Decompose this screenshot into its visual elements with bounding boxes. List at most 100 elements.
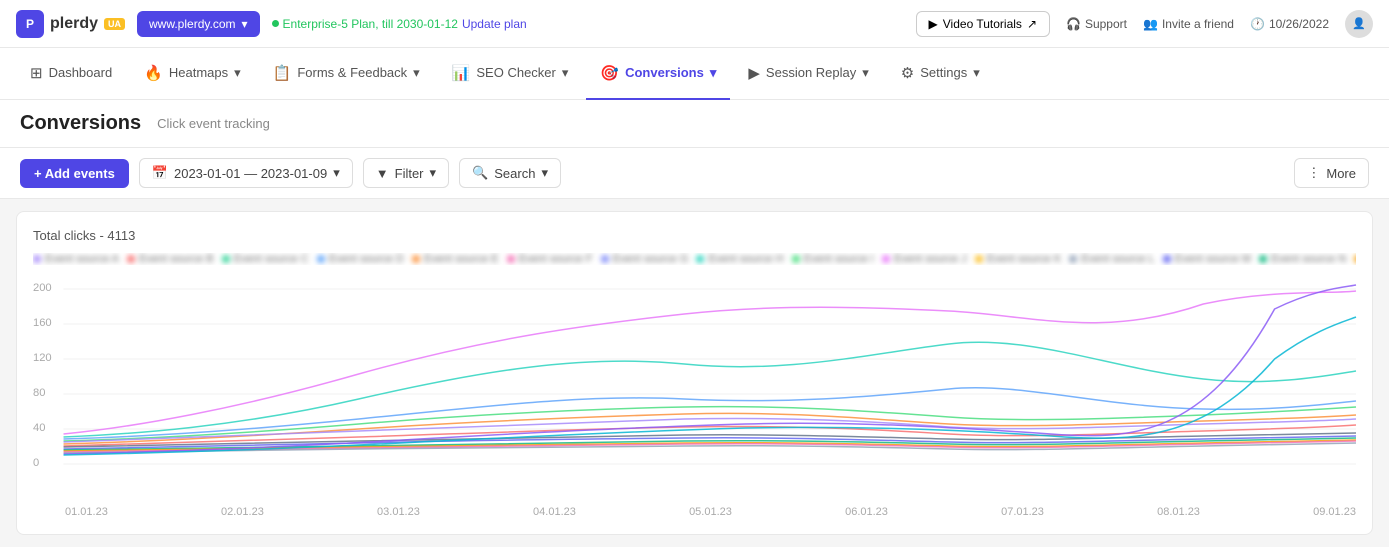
video-tutorials-button[interactable]: ▶ Video Tutorials ↗ <box>916 11 1050 37</box>
invite-friend-link[interactable]: 👥 Invite a friend <box>1143 17 1234 31</box>
dashboard-icon: ⊞ <box>30 64 43 82</box>
legend-item: Event source N <box>1259 253 1346 265</box>
svg-text:200: 200 <box>33 282 52 294</box>
sidebar-item-seo-checker[interactable]: 📊 SEO Checker ▾ <box>438 48 583 100</box>
legend-item: Event source O <box>1354 253 1356 265</box>
date-chevron-icon: ▾ <box>333 165 340 181</box>
plan-dot-icon <box>272 20 279 27</box>
xaxis-label: 01.01.23 <box>65 506 108 518</box>
session-chevron-icon: ▾ <box>862 65 869 81</box>
more-label: More <box>1326 166 1356 181</box>
nav-label-forms: Forms & Feedback <box>297 65 407 80</box>
search-chevron-icon: ▾ <box>541 165 548 181</box>
avatar[interactable]: 👤 <box>1345 10 1373 38</box>
navbar: ⊞ Dashboard 🔥 Heatmaps ▾ 📋 Forms & Feedb… <box>0 48 1389 100</box>
topbar-right: ▶ Video Tutorials ↗ 🎧 Support 👥 Invite a… <box>916 10 1373 38</box>
xaxis-label: 09.01.23 <box>1313 506 1356 518</box>
legend-item: Event source H <box>696 253 783 265</box>
forms-icon: 📋 <box>273 64 292 82</box>
legend-item: Event source L <box>1069 253 1154 265</box>
legend-item: Event source G <box>601 253 689 265</box>
settings-chevron-icon: ▾ <box>973 65 980 81</box>
svg-text:160: 160 <box>33 317 52 329</box>
date-range-picker[interactable]: 📅 2023-01-01 — 2023-01-09 ▾ <box>139 158 353 188</box>
session-replay-icon: ▶ <box>748 64 760 82</box>
more-button[interactable]: ⋮ More <box>1294 158 1369 188</box>
legend-item: Event source D <box>317 253 404 265</box>
invite-icon: 👥 <box>1143 17 1158 31</box>
conversions-chevron-icon: ▾ <box>710 65 717 81</box>
search-label: Search <box>494 166 535 181</box>
conversions-icon: 🎯 <box>600 64 619 82</box>
legend-item: Event source I <box>792 253 874 265</box>
support-link[interactable]: 🎧 Support <box>1066 17 1127 31</box>
svg-text:0: 0 <box>33 457 39 469</box>
add-events-button[interactable]: + Add events <box>20 159 129 188</box>
sidebar-item-heatmaps[interactable]: 🔥 Heatmaps ▾ <box>130 48 254 100</box>
logo-icon: P <box>16 10 44 38</box>
date-range-value: 2023-01-01 — 2023-01-09 <box>174 166 327 181</box>
sidebar-item-session-replay[interactable]: ▶ Session Replay ▾ <box>734 48 882 100</box>
legend-item: Event source A <box>33 253 119 265</box>
logo: P plerdy UA <box>16 10 125 38</box>
nav-label-conversions: Conversions <box>625 65 704 80</box>
xaxis-label: 02.01.23 <box>221 506 264 518</box>
page-header: Conversions Click event tracking <box>0 100 1389 148</box>
topbar-date: 🕐 10/26/2022 <box>1250 17 1329 31</box>
page-subtitle: Click event tracking <box>157 116 270 131</box>
legend-item: Event source F <box>507 253 593 265</box>
xaxis-label: 04.01.23 <box>533 506 576 518</box>
topbar-left: P plerdy UA www.plerdy.com ▾ Enterprise-… <box>16 10 527 38</box>
toolbar: + Add events 📅 2023-01-01 — 2023-01-09 ▾… <box>0 148 1389 199</box>
xaxis-label: 07.01.23 <box>1001 506 1044 518</box>
seo-icon: 📊 <box>452 64 471 82</box>
filter-label: Filter <box>395 166 424 181</box>
support-icon: 🎧 <box>1066 17 1081 31</box>
sidebar-item-dashboard[interactable]: ⊞ Dashboard <box>16 48 126 100</box>
filter-button[interactable]: ▼ Filter ▾ <box>363 158 449 188</box>
chart-area: Total clicks - 4113 Event source AEvent … <box>16 211 1373 535</box>
legend-item: Event source J <box>882 253 967 265</box>
chart-legend: Event source A Event source B Event source… <box>33 253 1356 265</box>
nav-label-dashboard: Dashboard <box>49 65 113 80</box>
chart-container: 200 160 120 80 40 0 <box>33 279 1356 518</box>
sidebar-item-forms-feedback[interactable]: 📋 Forms & Feedback ▾ <box>259 48 434 100</box>
clock-icon: 🕐 <box>1250 17 1265 31</box>
plan-info: Enterprise-5 Plan, till 2030-01-12 Updat… <box>272 17 527 31</box>
site-chevron-icon: ▾ <box>241 17 247 31</box>
search-button[interactable]: 🔍 Search ▾ <box>459 158 561 188</box>
filter-chevron-icon: ▾ <box>430 165 437 181</box>
calendar-icon: 📅 <box>152 165 168 181</box>
xaxis-label: 06.01.23 <box>845 506 888 518</box>
logo-text: plerdy <box>50 15 98 33</box>
legend-item: Event source M <box>1163 253 1251 265</box>
site-url: www.plerdy.com <box>149 17 235 31</box>
plan-text: Enterprise-5 Plan, till 2030-01-12 <box>283 17 458 31</box>
legend-item: Event source C <box>222 253 309 265</box>
sidebar-item-conversions[interactable]: 🎯 Conversions ▾ <box>586 48 730 100</box>
chart-svg: 200 160 120 80 40 0 <box>33 279 1356 499</box>
xaxis-label: 05.01.23 <box>689 506 732 518</box>
search-icon: 🔍 <box>472 165 488 181</box>
seo-chevron-icon: ▾ <box>562 65 569 81</box>
filter-icon: ▼ <box>376 166 389 181</box>
video-icon: ▶ <box>929 17 938 31</box>
forms-chevron-icon: ▾ <box>413 65 420 81</box>
svg-text:40: 40 <box>33 422 45 434</box>
xaxis-label: 03.01.23 <box>377 506 420 518</box>
chart-title: Total clicks - 4113 <box>33 228 1356 243</box>
legend-item: Event source K <box>975 253 1062 265</box>
more-dots-icon: ⋮ <box>1307 165 1320 181</box>
topbar: P plerdy UA www.plerdy.com ▾ Enterprise-… <box>0 0 1389 48</box>
heatmaps-chevron-icon: ▾ <box>234 65 241 81</box>
legend-item: Event source B <box>127 253 214 265</box>
video-tutorials-label: Video Tutorials <box>943 17 1022 31</box>
nav-label-settings: Settings <box>920 65 967 80</box>
sidebar-item-settings[interactable]: ⚙ Settings ▾ <box>887 48 994 100</box>
nav-label-session-replay: Session Replay <box>766 65 856 80</box>
site-selector[interactable]: www.plerdy.com ▾ <box>137 11 260 37</box>
update-plan-link[interactable]: Update plan <box>462 17 527 31</box>
legend-item: Event source E <box>412 253 499 265</box>
page-title: Conversions <box>20 112 141 135</box>
xaxis-label: 08.01.23 <box>1157 506 1200 518</box>
